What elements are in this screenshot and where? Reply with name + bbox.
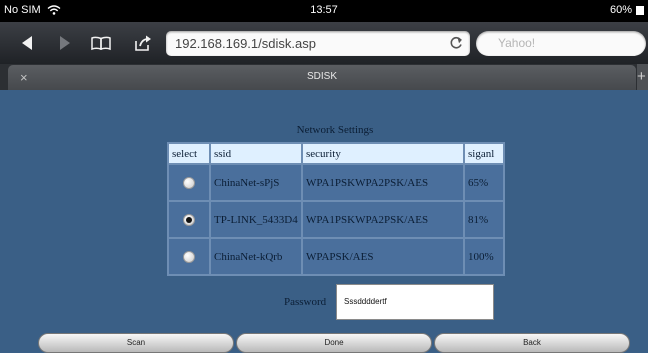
bookmarks-book-icon[interactable] bbox=[90, 32, 112, 54]
battery-icon bbox=[636, 5, 644, 15]
password-field[interactable]: Sssddddertf bbox=[336, 284, 494, 320]
tab-sdisk[interactable]: × SDISK bbox=[8, 65, 636, 90]
tab-bar: × SDISK bbox=[0, 64, 648, 90]
share-icon[interactable] bbox=[132, 32, 154, 54]
page-content: Network Settings select ssid security si… bbox=[0, 90, 648, 353]
table-header-row: select ssid security siganl bbox=[169, 144, 503, 163]
search-placeholder: Yahoo! bbox=[498, 36, 536, 50]
column-header-signal: siganl bbox=[465, 144, 503, 163]
column-header-select: select bbox=[169, 144, 209, 163]
clock: 13:57 bbox=[310, 4, 338, 16]
select-cell[interactable] bbox=[169, 239, 209, 274]
browser-toolbar: 192.168.169.1/sdisk.asp Yahoo! bbox=[0, 22, 648, 64]
column-header-ssid: ssid bbox=[211, 144, 301, 163]
radio-button[interactable] bbox=[183, 176, 195, 189]
back-button[interactable]: Back bbox=[434, 333, 630, 353]
select-cell[interactable] bbox=[169, 165, 209, 200]
column-header-security: security bbox=[303, 144, 463, 163]
battery-status: 60% bbox=[610, 4, 644, 16]
security-cell: WPA1PSKWPA2PSK/AES bbox=[303, 202, 463, 237]
signal-cell: 65% bbox=[465, 165, 503, 200]
done-button[interactable]: Done bbox=[236, 333, 432, 353]
scan-button[interactable]: Scan bbox=[38, 333, 234, 353]
battery-percent: 60% bbox=[609, 4, 632, 16]
table-row[interactable]: TP-LINK_5433D4 WPA1PSKWPA2PSK/AES 81% bbox=[169, 202, 503, 237]
signal-cell: 100% bbox=[465, 239, 503, 274]
select-cell[interactable] bbox=[169, 202, 209, 237]
status-bar: No SIM 13:57 60% bbox=[0, 0, 648, 22]
back-arrow-icon[interactable] bbox=[16, 32, 38, 54]
url-bar[interactable]: 192.168.169.1/sdisk.asp bbox=[166, 31, 470, 56]
signal-cell: 81% bbox=[465, 202, 503, 237]
ssid-cell: ChinaNet-sPjS bbox=[211, 165, 301, 200]
reload-icon[interactable] bbox=[448, 35, 464, 51]
radio-button[interactable] bbox=[183, 250, 195, 263]
security-cell: WPAPSK/AES bbox=[303, 239, 463, 274]
forward-arrow-icon[interactable] bbox=[54, 32, 76, 54]
ssid-cell: ChinaNet-kQrb bbox=[211, 239, 301, 274]
security-cell: WPA1PSKWPA2PSK/AES bbox=[303, 165, 463, 200]
password-label: Password bbox=[284, 296, 327, 308]
ssid-cell: TP-LINK_5433D4 bbox=[211, 202, 301, 237]
network-table: select ssid security siganl ChinaNet-sPj… bbox=[167, 142, 505, 276]
tab-title: SDISK bbox=[306, 71, 337, 82]
search-input[interactable]: Yahoo! bbox=[476, 31, 646, 56]
new-tab-icon[interactable]: + bbox=[637, 64, 648, 90]
table-row[interactable]: ChinaNet-sPjS WPA1PSKWPA2PSK/AES 65% bbox=[169, 165, 503, 200]
url-text: 192.168.169.1/sdisk.asp bbox=[175, 36, 316, 51]
table-row[interactable]: ChinaNet-kQrb WPAPSK/AES 100% bbox=[169, 239, 503, 274]
radio-button[interactable] bbox=[183, 213, 195, 226]
network-settings-caption: Network Settings bbox=[296, 124, 374, 136]
